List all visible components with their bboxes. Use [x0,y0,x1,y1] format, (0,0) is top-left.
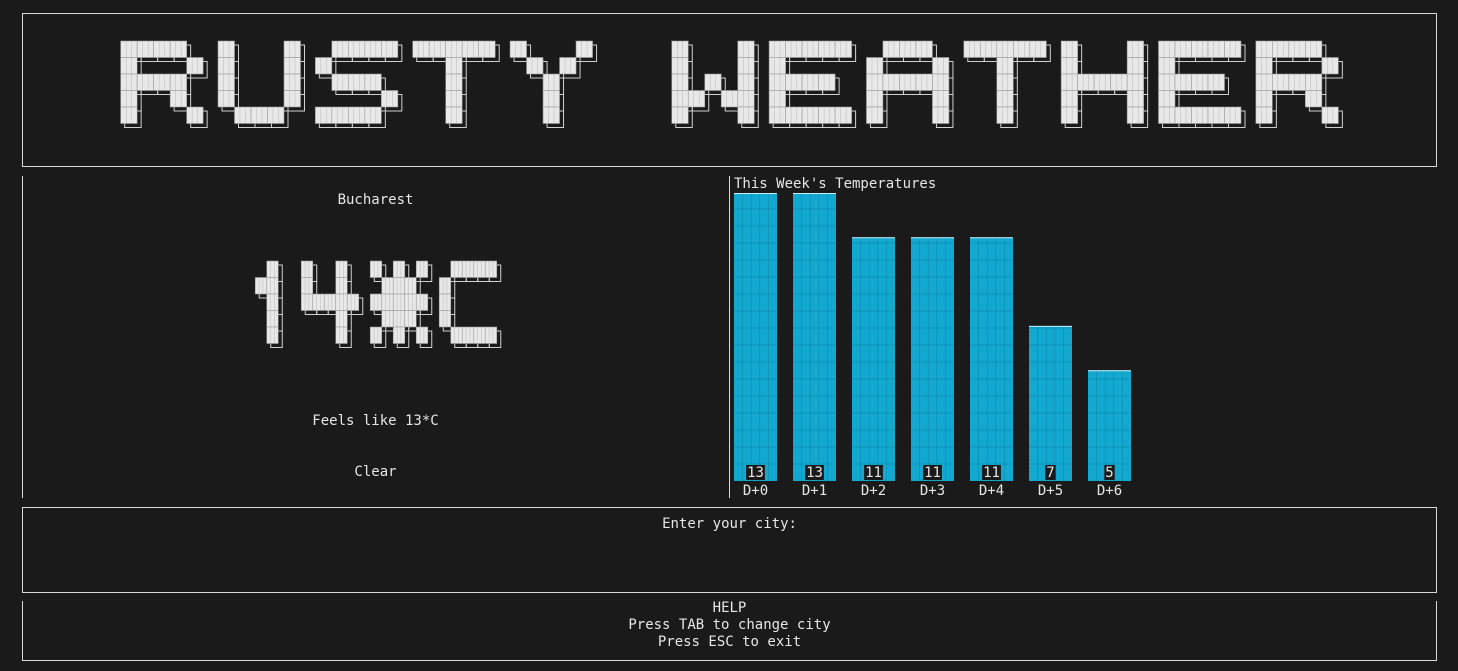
current-temperature-text: 14*C [23,176,24,177]
chart-category-label: D+5 [1038,483,1063,498]
help-heading: HELP [712,600,747,616]
weekly-temperature-chart: This Week's Temperatures 13 D+0 13 D+1 11 D+2… [729,176,1437,498]
title-glyph-t [412,40,500,128]
title-glyph-e [768,40,857,128]
title-glyph-y [509,40,598,128]
chart-value-label: 13 [747,465,764,481]
chart-bar [793,193,836,481]
help-tab-hint: Press TAB to change city [628,617,831,633]
temp-glyph-degree [369,260,433,348]
chart-bar [734,193,777,481]
chart-value-label: 11 [865,465,882,481]
help-panel: HELP Press TAB to change city Press ESC … [22,600,1437,661]
chart-bar [1029,325,1072,481]
city-input-panel[interactable]: Enter your city: [22,507,1437,593]
chart-bar [852,237,895,481]
chart-category-label: D+2 [861,483,886,498]
chart-value-label: 11 [924,465,941,481]
chart-category-label: D+3 [920,483,945,498]
chart-value-label: 5 [1105,465,1113,481]
chart-value-label: 13 [806,465,823,481]
help-esc-hint: Press ESC to exit [657,634,802,650]
title-glyph-r [1255,40,1343,128]
chart-category-label: D+0 [743,483,768,498]
temp-glyph-4 [300,260,364,348]
title-glyph-s [315,40,403,128]
title-glyph-u [217,40,305,128]
chart-value-label: 11 [983,465,1000,481]
chart-value-label: 7 [1046,465,1054,481]
feels-like-text: Feels like 13*C [312,413,439,429]
title-glyph-a [866,40,954,128]
current-temperature-bigtext [254,260,502,348]
chart-bar-group: 5D+6 [1088,370,1131,498]
chart-bar-group: 7D+5 [1029,325,1072,498]
app-title-bigtext [120,40,1343,128]
title-banner: RUSTY WEATHER [22,13,1437,167]
chart-bar-group: 13D+0 [734,193,777,498]
city-name: Bucharest [337,192,414,208]
title-glyph-r [120,40,208,128]
chart-bar [970,237,1013,481]
title-glyph-t [963,40,1051,128]
chart-bar-group: 11D+3 [911,237,954,498]
title-glyph-e [1158,40,1246,128]
title-glyph-w [671,40,759,128]
city-input-prompt: Enter your city: [662,516,797,532]
chart-bar [911,237,954,481]
temp-glyph-c [438,260,502,348]
chart-bar-group: 11D+2 [852,237,895,498]
chart-bar-group: 13D+1 [793,193,836,498]
title-glyph-h [1060,40,1149,128]
chart-bar-group: 11D+4 [970,237,1013,498]
chart-plot-area: 13D+013D+111D+211D+311D+47D+55D+6 [734,193,1131,498]
chart-category-label: D+4 [979,483,1004,498]
temp-glyph-1 [254,260,283,348]
weather-condition: Clear [354,464,397,480]
current-weather-panel: Bucharest 14*C Feels like 13*C Clear [22,176,728,498]
chart-category-label: D+6 [1097,483,1122,498]
chart-category-label: D+1 [802,483,827,498]
